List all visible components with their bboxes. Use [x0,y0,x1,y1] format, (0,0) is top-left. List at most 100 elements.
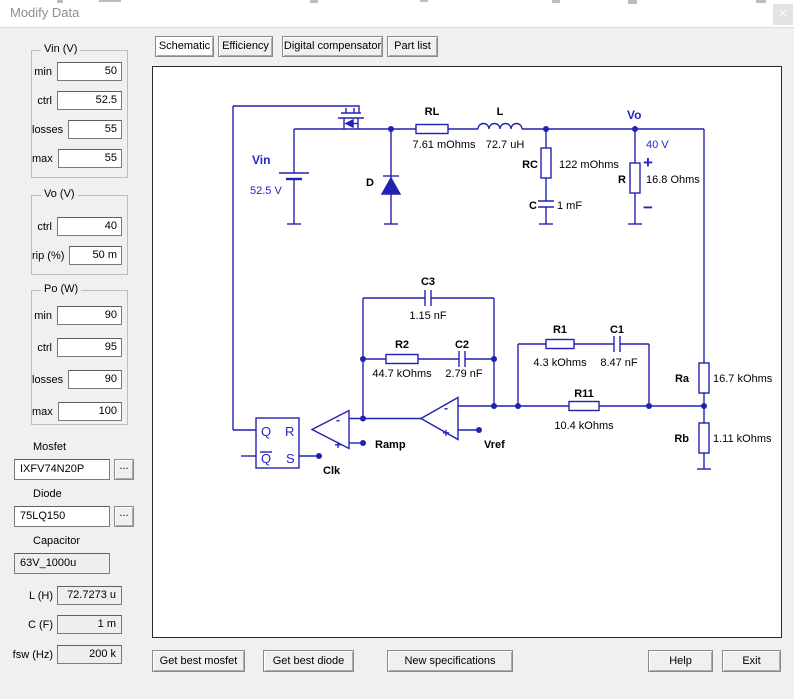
c3-value: 1.15 nF [409,310,447,322]
vo-group-title: Vo (V) [41,188,78,200]
vin-ctrl-label: ctrl [37,95,52,107]
vin-value: 52.5 V [250,185,282,197]
top-edge-artifact [420,0,428,2]
r11-name: R11 [574,388,594,400]
fsw-label: fsw (Hz) [0,649,53,661]
c-name: C [529,200,537,212]
vin-group-title: Vin (V) [41,43,80,55]
po-losses-label: losses [32,374,63,386]
r-value: 16.8 Ohms [646,174,700,186]
load-resistor-branch [628,129,642,224]
vin-name: Vin [252,153,270,167]
capacitor-field[interactable]: 63V_1000u [14,553,110,574]
new-specifications-button[interactable]: New specifications [387,650,513,672]
rc-value: 122 mOhms [559,159,619,171]
l-label: L (H) [0,590,53,602]
schematic-canvas: RL 7.61 mOhms L 72.7 uH RC 122 mOhms C 1… [153,67,781,637]
vin-group: Vin (V) min50 ctrl52.5 losses55 max55 [31,50,128,178]
get-best-mosfet-button[interactable]: Get best mosfet [152,650,245,672]
r2-value: 44.7 kOhms [372,368,432,380]
ff-s-label: S [286,451,295,466]
ra-value: 16.7 kOhms [713,373,773,385]
vo-group: Vo (V) ctrl40 rip (%)50 m [31,195,128,275]
vin-ctrl-field[interactable]: 52.5 [57,91,122,110]
vin-min-field[interactable]: 50 [57,62,122,81]
rb-name: Rb [674,433,689,445]
comp-plus: + [334,438,341,452]
schematic-panel: RL 7.61 mOhms L 72.7 uH RC 122 mOhms C 1… [152,66,782,638]
tab-efficiency[interactable]: Efficiency [218,36,273,57]
r1-name: R1 [553,324,567,336]
vin-losses-label: losses [32,124,63,136]
top-edge-artifact [310,0,318,3]
po-ctrl-field[interactable]: 95 [57,338,122,357]
po-ctrl-label: ctrl [37,342,52,354]
diode-field[interactable]: 75LQ150 [14,506,110,527]
c2-name: C2 [455,339,469,351]
battery-icon [279,129,309,224]
rl-name: RL [425,106,440,118]
mosfet-browse-button[interactable]: ... [114,459,134,480]
po-group-title: Po (W) [41,283,81,295]
ff-r-label: R [285,424,294,439]
d-name: D [366,177,374,189]
po-min-label: min [34,310,52,322]
po-losses-field[interactable]: 90 [68,370,122,389]
tab-digital-compensator[interactable]: Digital compensator [282,36,383,57]
vin-losses-field[interactable]: 55 [68,120,122,139]
mosfet-label: Mosfet [33,441,66,453]
diode-browse-button[interactable]: ... [114,506,134,527]
rc-resistor-icon [541,148,551,178]
window-title: Modify Data [10,5,79,20]
help-button[interactable]: Help [648,650,713,672]
plus-sign: + [643,153,653,172]
r2-name: R2 [395,339,409,351]
r1-value: 4.3 kOhms [533,357,587,369]
vin-max-field[interactable]: 55 [58,149,122,168]
l-field[interactable]: 72.7273 u [57,586,122,605]
po-min-field[interactable]: 90 [57,306,122,325]
po-max-label: max [32,406,53,418]
minus-sign: − [643,198,653,217]
c-value: 1 mF [557,200,582,212]
rb-value: 1.11 kOhms [713,433,772,445]
close-icon[interactable]: ✕ [773,4,793,25]
ff-q-label: Q [261,424,271,439]
po-max-field[interactable]: 100 [58,402,122,421]
c3-name: C3 [421,276,435,288]
r11-value: 10.4 kOhms [554,420,614,432]
get-best-diode-button[interactable]: Get best diode [263,650,354,672]
error-amp-icon [421,398,458,440]
tab-part-list[interactable]: Part list [387,36,438,57]
vref-label: Vref [484,439,505,451]
ff-qbar-label: Q [261,451,271,466]
r-name: R [618,174,626,186]
ra-name: Ra [675,373,690,385]
top-edge-artifact [57,0,63,3]
erramp-plus: + [442,426,449,440]
capacitor-label: Capacitor [33,535,80,547]
exit-button[interactable]: Exit [722,650,781,672]
l-name: L [497,106,504,118]
rl-value: 7.61 mOhms [413,139,476,151]
c-field[interactable]: 1 m [57,615,122,634]
r-resistor-icon [630,163,640,193]
fsw-field[interactable]: 200 k [57,645,122,664]
vin-min-label: min [34,66,52,78]
r2-resistor-icon [386,355,418,364]
c2-value: 2.79 nF [445,368,483,380]
vin-max-label: max [32,153,53,165]
mosfet-icon [338,108,364,129]
mosfet-field[interactable]: IXFV74N20P [14,459,110,480]
title-bar: Modify Data ✕ [0,0,794,28]
rc-name: RC [522,159,538,171]
vo-name: Vo [627,108,641,122]
erramp-minus: - [444,401,448,415]
top-edge-artifact [552,0,560,3]
diode-icon [382,129,400,224]
vo-rip-field[interactable]: 50 m [69,246,122,265]
vo-rip-label: rip (%) [32,250,64,262]
tab-schematic[interactable]: Schematic [155,36,214,57]
c-label: C (F) [0,619,53,631]
vo-ctrl-field[interactable]: 40 [57,217,122,236]
